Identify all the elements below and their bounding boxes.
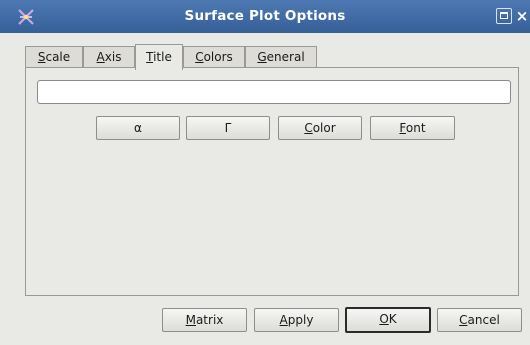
tab-title[interactable]: Title: [135, 44, 183, 70]
tab-colors[interactable]: Colors: [183, 46, 245, 68]
tab-axis-label-post: xis: [104, 50, 122, 64]
tab-axis-mnemonic: A: [96, 50, 105, 64]
cancel-button-mnemonic: C: [459, 313, 468, 327]
color-button-label-post: olor: [312, 121, 336, 135]
tab-title-label-post: itle: [153, 50, 172, 64]
ok-button-mnemonic: O: [379, 312, 389, 326]
tab-general-label-post: eneral: [266, 50, 305, 64]
cancel-button[interactable]: Cancel: [437, 308, 522, 332]
tab-axis[interactable]: Axis: [83, 46, 135, 68]
dialog-window: Surface Plot Options × Scale Axis Title …: [0, 0, 530, 345]
apply-button-label-post: pply: [287, 313, 314, 327]
apply-button-mnemonic: A: [279, 313, 288, 327]
tab-general-mnemonic: G: [257, 50, 267, 64]
matrix-button-mnemonic: M: [185, 313, 196, 327]
window-title: Surface Plot Options: [184, 8, 346, 24]
maximize-icon[interactable]: [496, 8, 512, 24]
matrix-button[interactable]: Matrix: [162, 308, 247, 332]
close-icon[interactable]: ×: [514, 8, 530, 24]
gamma-symbol-button[interactable]: Γ: [186, 116, 270, 140]
font-button[interactable]: Font: [370, 116, 455, 140]
apply-button[interactable]: Apply: [254, 308, 339, 332]
alpha-symbol-button[interactable]: α: [96, 116, 180, 140]
matrix-button-label-post: atrix: [195, 313, 224, 327]
tab-general[interactable]: General: [245, 46, 317, 68]
ok-button[interactable]: OK: [345, 307, 431, 333]
cancel-button-label-post: ancel: [467, 313, 500, 327]
ok-button-label-post: K: [388, 312, 397, 326]
tab-scale-label-post: cale: [45, 50, 71, 64]
title-text-input[interactable]: [37, 80, 511, 104]
tab-colors-mnemonic: C: [195, 50, 204, 64]
font-button-label-post: ont: [405, 121, 426, 135]
title-bar[interactable]: Surface Plot Options ×: [0, 0, 530, 33]
tab-scale[interactable]: Scale: [25, 46, 83, 68]
color-button-mnemonic: C: [304, 121, 313, 135]
tab-colors-label-post: olors: [203, 50, 233, 64]
color-button[interactable]: Color: [278, 116, 362, 140]
